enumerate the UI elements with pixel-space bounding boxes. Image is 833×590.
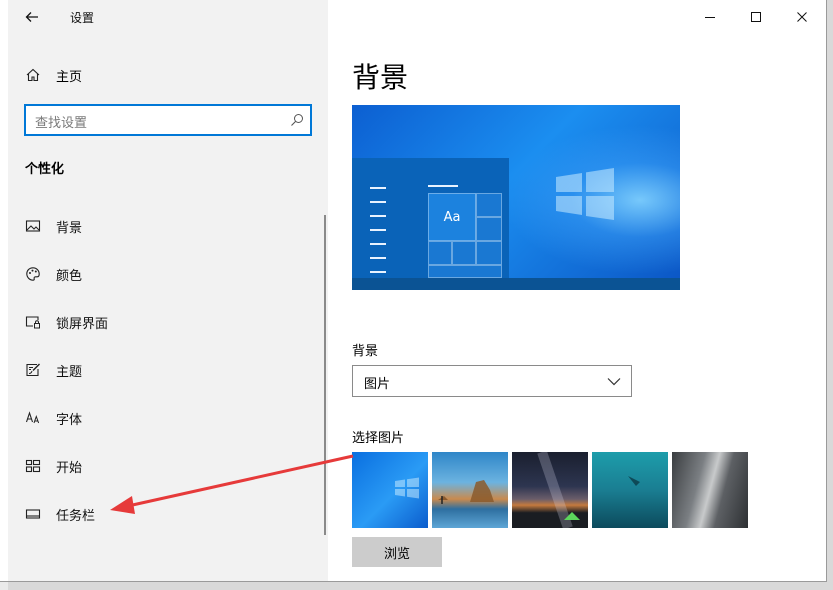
windows-logo-icon bbox=[556, 168, 614, 220]
preview-tile bbox=[476, 193, 502, 217]
minimize-icon bbox=[705, 17, 715, 18]
picture-icon bbox=[25, 220, 41, 232]
back-button[interactable] bbox=[20, 6, 44, 28]
preview-menu-line bbox=[370, 215, 386, 217]
nav-item-themes[interactable]: 主题 bbox=[8, 355, 328, 385]
preview-menu-line bbox=[370, 201, 386, 203]
nav-item-label: 锁屏界面 bbox=[56, 316, 109, 332]
nav-item-label: 主题 bbox=[56, 364, 83, 380]
nav-item-label: 字体 bbox=[56, 412, 83, 428]
nav-item-label: 颜色 bbox=[56, 268, 83, 284]
palette-icon bbox=[26, 267, 40, 281]
background-type-dropdown[interactable]: 图片 bbox=[352, 365, 632, 397]
preview-menu-line bbox=[370, 229, 386, 231]
background-type-label: 背景 bbox=[352, 344, 379, 359]
windows-logo-icon bbox=[395, 477, 419, 499]
font-icon bbox=[25, 411, 40, 424]
close-icon bbox=[797, 12, 807, 22]
search-icon bbox=[291, 114, 303, 126]
picture-thumbnail-rock-wall[interactable] bbox=[672, 452, 748, 528]
swimmer-icon bbox=[628, 476, 640, 486]
preview-menu-line bbox=[370, 187, 386, 189]
nav-scrollbar[interactable] bbox=[324, 215, 326, 535]
dropdown-selected-value: 图片 bbox=[364, 377, 391, 392]
content-pane: 背景 Aa 背景 图片 选择图片 浏览 bbox=[328, 0, 826, 581]
preview-tile bbox=[428, 241, 452, 265]
section-title: 个性化 bbox=[25, 162, 65, 177]
maximize-button[interactable] bbox=[740, 6, 772, 28]
tent-icon bbox=[537, 452, 580, 528]
chevron-down-icon bbox=[607, 378, 621, 386]
preview-tile bbox=[476, 217, 502, 241]
preview-menu-line bbox=[370, 243, 386, 245]
preview-tile bbox=[452, 241, 476, 265]
nav-item-background[interactable]: 背景 bbox=[8, 211, 328, 241]
preview-menu-line bbox=[370, 257, 386, 259]
preview-menu-line bbox=[370, 271, 386, 273]
nav-home[interactable]: 主页 bbox=[8, 62, 328, 88]
nav-item-start[interactable]: 开始 bbox=[8, 451, 328, 481]
nav-home-label: 主页 bbox=[56, 69, 83, 85]
nav-item-label: 任务栏 bbox=[56, 508, 96, 524]
nav-item-fonts[interactable]: 字体 bbox=[8, 403, 328, 433]
theme-brush-icon bbox=[26, 363, 40, 377]
preview-menu-heading bbox=[428, 185, 458, 187]
start-grid-icon bbox=[25, 459, 41, 473]
nav-item-lock-screen[interactable]: 锁屏界面 bbox=[8, 307, 328, 337]
search-placeholder[interactable]: 查找设置 bbox=[35, 112, 87, 131]
nav-item-taskbar[interactable]: 任务栏 bbox=[8, 499, 328, 529]
nav-item-colors[interactable]: 颜色 bbox=[8, 259, 328, 289]
preview-tile-aa: Aa bbox=[428, 193, 476, 241]
title-bar: 设置 bbox=[8, 0, 328, 34]
navigation-pane: 设置 主页 查找设置 个性化 背景 颜色 锁屏界面 主题 字体 开始 任务栏 bbox=[8, 0, 328, 581]
preview-taskbar bbox=[352, 278, 680, 290]
choose-picture-label: 选择图片 bbox=[352, 431, 405, 446]
browse-button[interactable]: 浏览 bbox=[352, 537, 442, 567]
picture-thumbnail-windows[interactable] bbox=[352, 452, 428, 528]
close-button[interactable] bbox=[786, 6, 818, 28]
picture-thumbnail-night-sky[interactable] bbox=[512, 452, 588, 528]
desktop-preview: Aa bbox=[352, 105, 680, 290]
picture-thumbnail-underwater[interactable] bbox=[592, 452, 668, 528]
page-title: 背景 bbox=[352, 61, 409, 94]
preview-tile bbox=[428, 265, 502, 278]
settings-window: 设置 主页 查找设置 个性化 背景 颜色 锁屏界面 主题 字体 开始 任务栏 背… bbox=[0, 0, 827, 582]
nav-item-label: 开始 bbox=[56, 460, 83, 476]
nav-item-label: 背景 bbox=[56, 220, 83, 236]
taskbar-icon bbox=[25, 509, 41, 519]
minimize-button[interactable] bbox=[694, 6, 726, 28]
preview-tile bbox=[476, 241, 502, 265]
back-arrow-icon bbox=[25, 12, 38, 22]
app-title: 设置 bbox=[70, 11, 95, 25]
picture-thumbnail-beach[interactable] bbox=[432, 452, 508, 528]
home-icon bbox=[26, 68, 40, 82]
rock-silhouette-icon bbox=[438, 480, 494, 504]
lock-screen-icon bbox=[25, 316, 40, 329]
maximize-icon bbox=[751, 12, 761, 22]
search-box[interactable]: 查找设置 bbox=[24, 104, 312, 136]
